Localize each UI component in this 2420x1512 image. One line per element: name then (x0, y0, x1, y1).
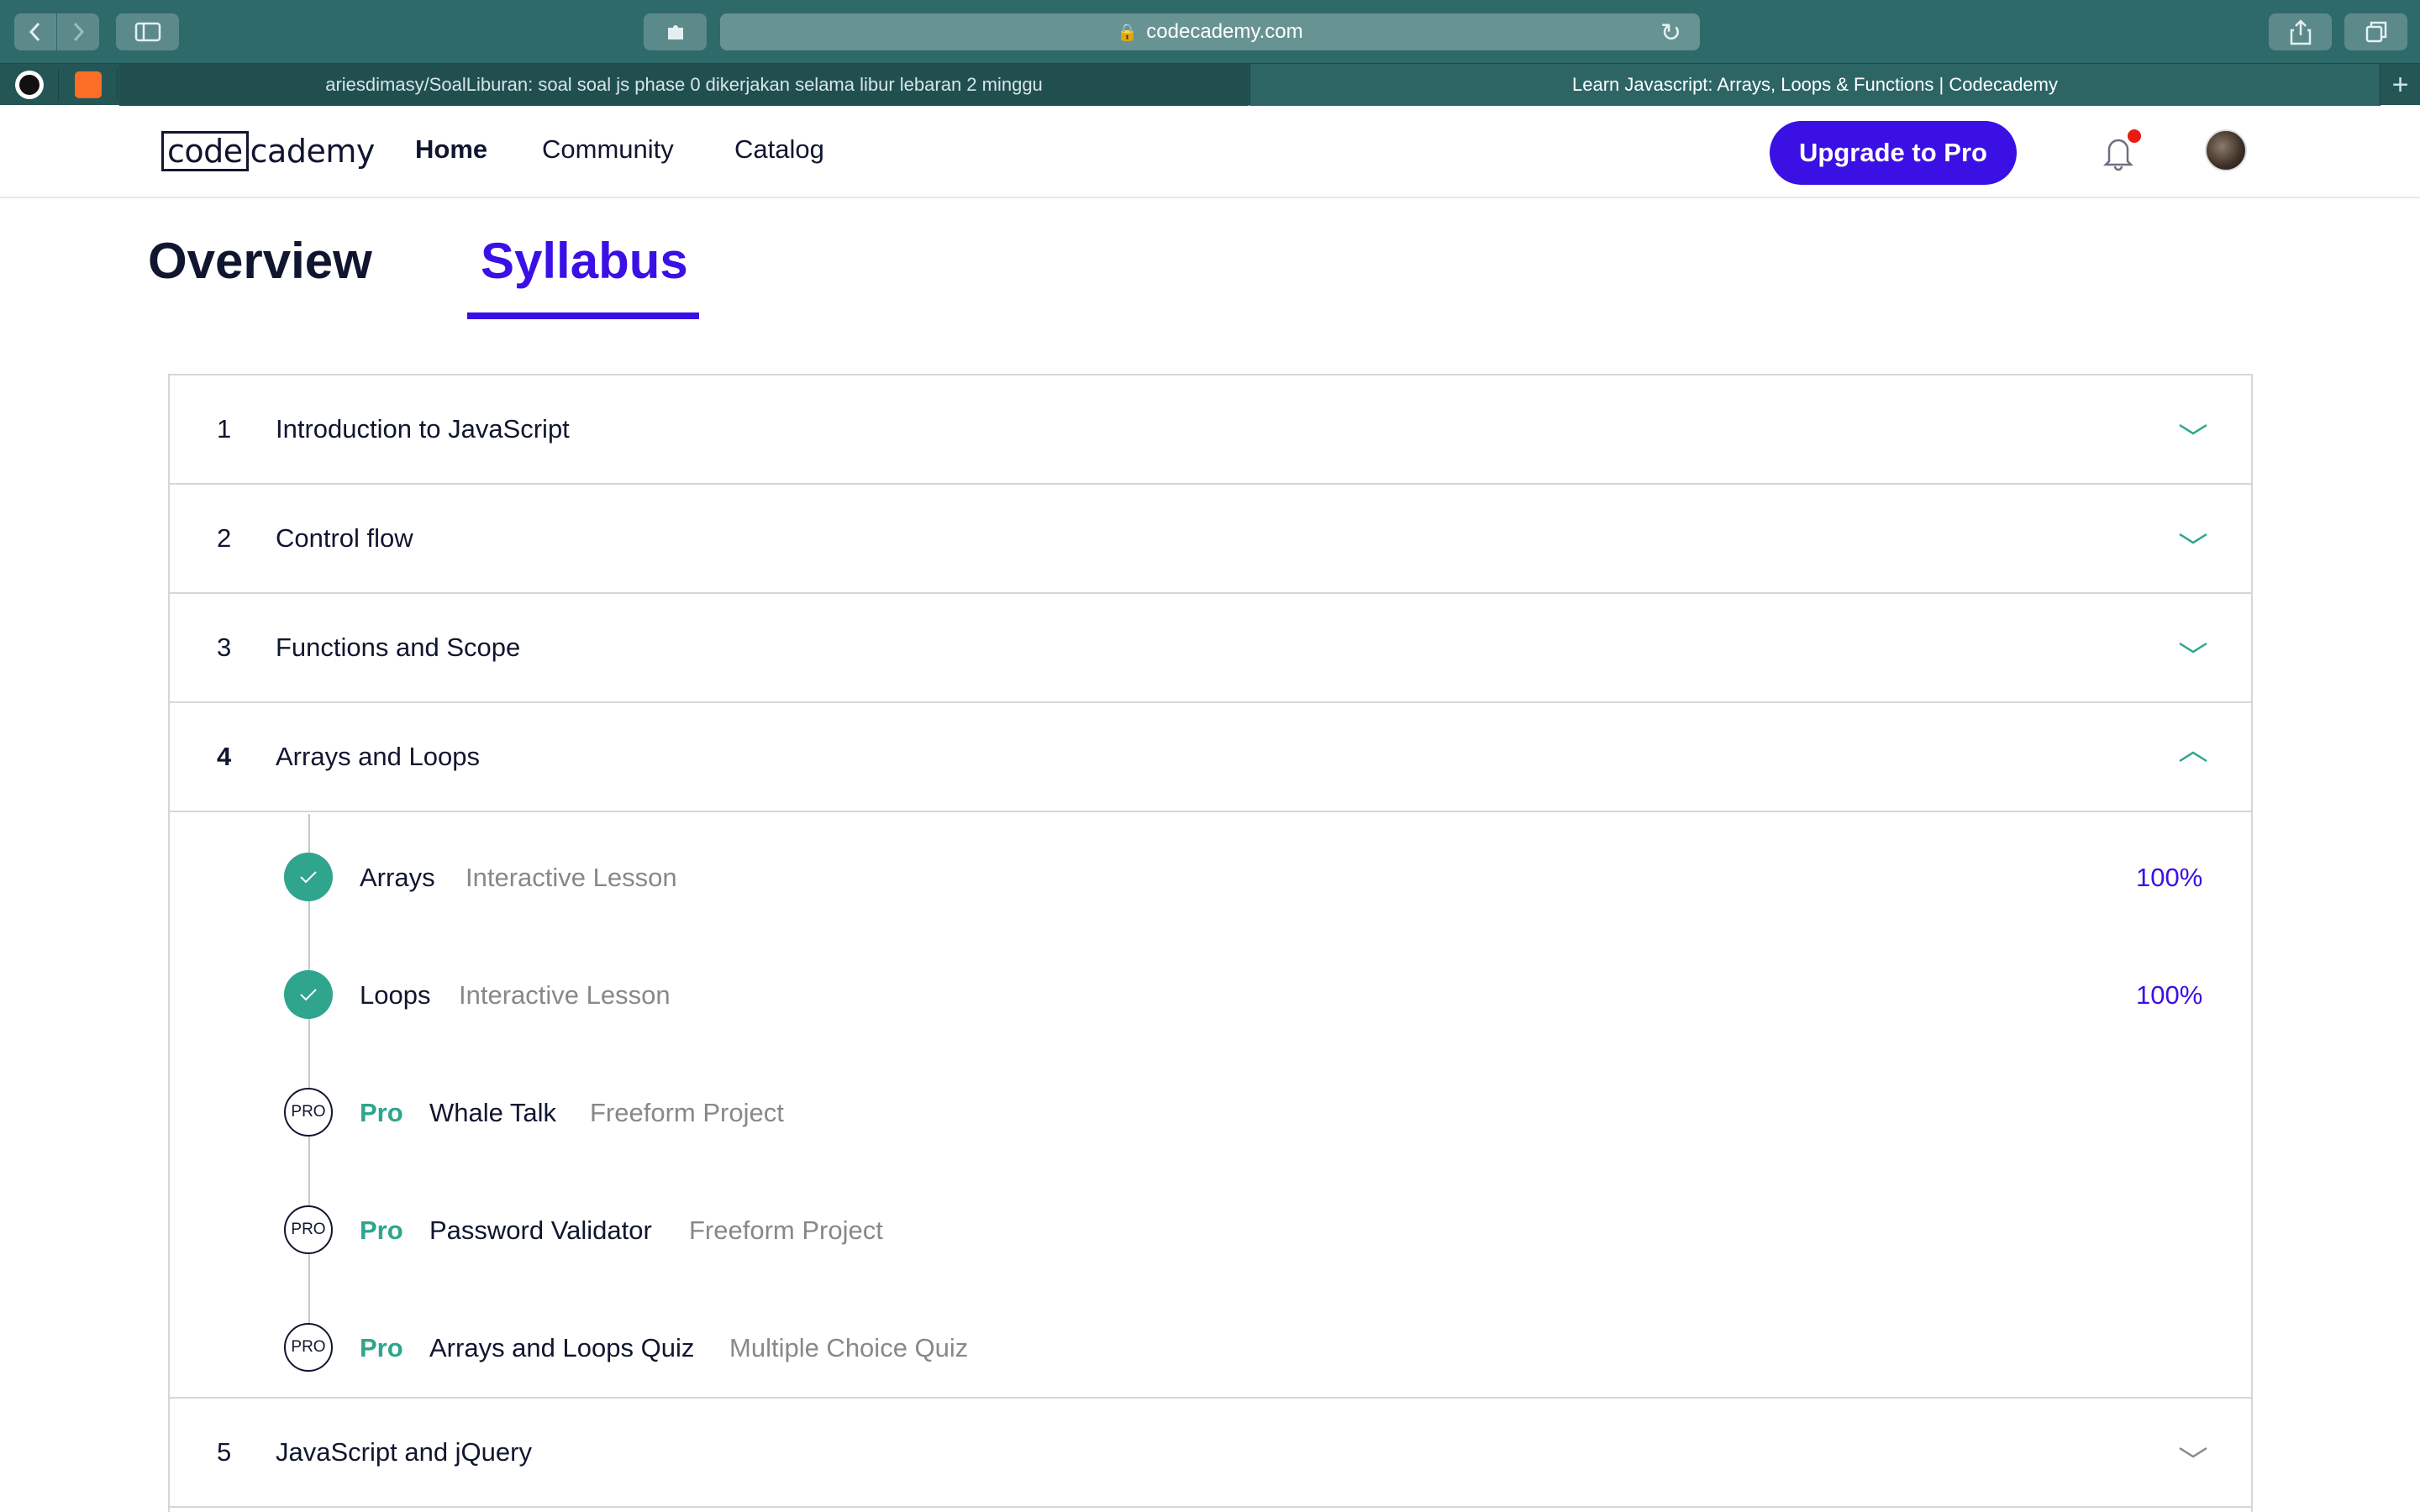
browser-tab-github[interactable]: ariesdimasy/SoalLiburan: soal soal js ph… (119, 64, 1249, 106)
completed-check-icon (284, 853, 333, 901)
github-icon (14, 71, 44, 99)
module-row[interactable]: 3 Functions and Scope (170, 594, 2251, 703)
lesson-type: Multiple Choice Quiz (729, 1333, 969, 1362)
module-number: 1 (217, 414, 232, 444)
chevron-left-icon (29, 22, 40, 42)
extension-button[interactable] (644, 13, 707, 50)
pro-label: Pro (360, 1098, 403, 1127)
module-number: 2 (217, 523, 232, 553)
pro-label: Pro (360, 1333, 403, 1362)
logo-cademy-text: cademy (250, 133, 376, 170)
module-title: JavaScript and jQuery (276, 1437, 532, 1467)
pro-badge-icon: PRO (284, 1205, 333, 1254)
tab-syllabus[interactable]: Syllabus (481, 232, 688, 290)
new-tab-button[interactable]: + (2380, 64, 2420, 106)
module-row[interactable]: 5 JavaScript and jQuery (170, 1399, 2251, 1508)
browser-tab-bar: ariesdimasy/SoalLiburan: soal soal js ph… (0, 63, 2420, 106)
lesson-item[interactable]: PRO Pro Arrays and Loops Quiz Multiple C… (170, 1323, 2251, 1373)
module-number: 5 (217, 1437, 232, 1467)
bookmark-github[interactable] (0, 69, 59, 101)
reload-icon[interactable]: ↻ (1660, 18, 1681, 48)
upgrade-to-pro-button[interactable]: Upgrade to Pro (1770, 121, 2017, 185)
lock-icon: 🔒 (1117, 23, 1139, 42)
url-text: codecademy.com (1146, 20, 1303, 43)
lesson-type: Interactive Lesson (466, 863, 677, 892)
syllabus-list: 1 Introduction to JavaScript 2 Control f… (168, 374, 2253, 1512)
lesson-progress: 100% (2136, 863, 2203, 892)
lesson-type: Interactive Lesson (459, 980, 671, 1010)
share-icon (2290, 19, 2311, 45)
gitlab-icon (74, 71, 102, 98)
tab-overview[interactable]: Overview (148, 232, 372, 290)
chevron-down-icon[interactable] (2176, 631, 2210, 664)
lesson-name[interactable]: Password Validator (429, 1215, 652, 1246)
module-row-expanded[interactable]: 4 Arrays and Loops (170, 703, 2251, 812)
notification-dot (2128, 129, 2141, 143)
module-title: Control flow (276, 523, 413, 553)
codecademy-logo[interactable]: code cademy (161, 129, 375, 173)
lesson-item[interactable]: PRO Pro Whale Talk Freeform Project (170, 1088, 2251, 1138)
lesson-list: Arrays Interactive Lesson 100% Loops Int… (170, 814, 2251, 1399)
completed-check-icon (284, 970, 333, 1019)
pro-badge-icon: PRO (284, 1088, 333, 1137)
chevron-up-icon[interactable] (2176, 740, 2210, 774)
bookmark-gitlab[interactable] (59, 69, 118, 101)
nav-catalog[interactable]: Catalog (734, 134, 824, 165)
module-number: 4 (217, 742, 232, 771)
module-row[interactable]: 2 Control flow (170, 485, 2251, 594)
share-button[interactable] (2269, 13, 2332, 50)
module-number: 3 (217, 633, 232, 662)
browser-tab-codecademy[interactable]: Learn Javascript: Arrays, Loops & Functi… (1249, 64, 2380, 106)
lesson-type: Freeform Project (689, 1215, 883, 1245)
sidebar-toggle-button[interactable] (116, 13, 179, 50)
active-tab-indicator (467, 312, 699, 319)
sidebar-icon (134, 22, 160, 42)
lesson-name[interactable]: Arrays (360, 863, 435, 893)
chevron-down-icon[interactable] (2176, 1436, 2210, 1469)
module-title: Introduction to JavaScript (276, 414, 570, 444)
lesson-item[interactable]: Arrays Interactive Lesson 100% (170, 853, 2251, 903)
lesson-item[interactable]: PRO Pro Password Validator Freeform Proj… (170, 1205, 2251, 1256)
user-avatar[interactable] (2205, 129, 2247, 171)
lesson-name[interactable]: Loops (360, 980, 430, 1011)
back-button[interactable] (14, 13, 56, 50)
chevron-down-icon[interactable] (2176, 522, 2210, 555)
browser-toolbar: 🔒 codecademy.com ↻ (0, 0, 2420, 63)
lesson-item[interactable]: Loops Interactive Lesson 100% (170, 970, 2251, 1021)
nav-community[interactable]: Community (542, 134, 674, 165)
lesson-type: Freeform Project (590, 1098, 784, 1127)
lesson-name[interactable]: Whale Talk (429, 1098, 556, 1128)
module-title: Arrays and Loops (276, 742, 480, 771)
chevron-down-icon[interactable] (2176, 412, 2210, 446)
lesson-name[interactable]: Arrays and Loops Quiz (429, 1333, 694, 1363)
address-bar[interactable]: 🔒 codecademy.com ↻ (720, 13, 1700, 50)
lesson-progress: 100% (2136, 980, 2203, 1010)
module-row[interactable]: 1 Introduction to JavaScript (170, 375, 2251, 485)
show-tabs-button[interactable] (2344, 13, 2407, 50)
tabs-overview-icon (2365, 21, 2386, 43)
puzzle-icon (667, 25, 683, 39)
module-title: Functions and Scope (276, 633, 521, 662)
chevron-right-icon (73, 22, 85, 42)
nav-home[interactable]: Home (415, 134, 487, 165)
forward-button[interactable] (57, 13, 99, 50)
site-header: code cademy Home Community Catalog Upgrad… (0, 106, 2420, 198)
pro-label: Pro (360, 1215, 403, 1245)
pro-badge-icon: PRO (284, 1323, 333, 1372)
logo-code-box: code (161, 131, 249, 171)
